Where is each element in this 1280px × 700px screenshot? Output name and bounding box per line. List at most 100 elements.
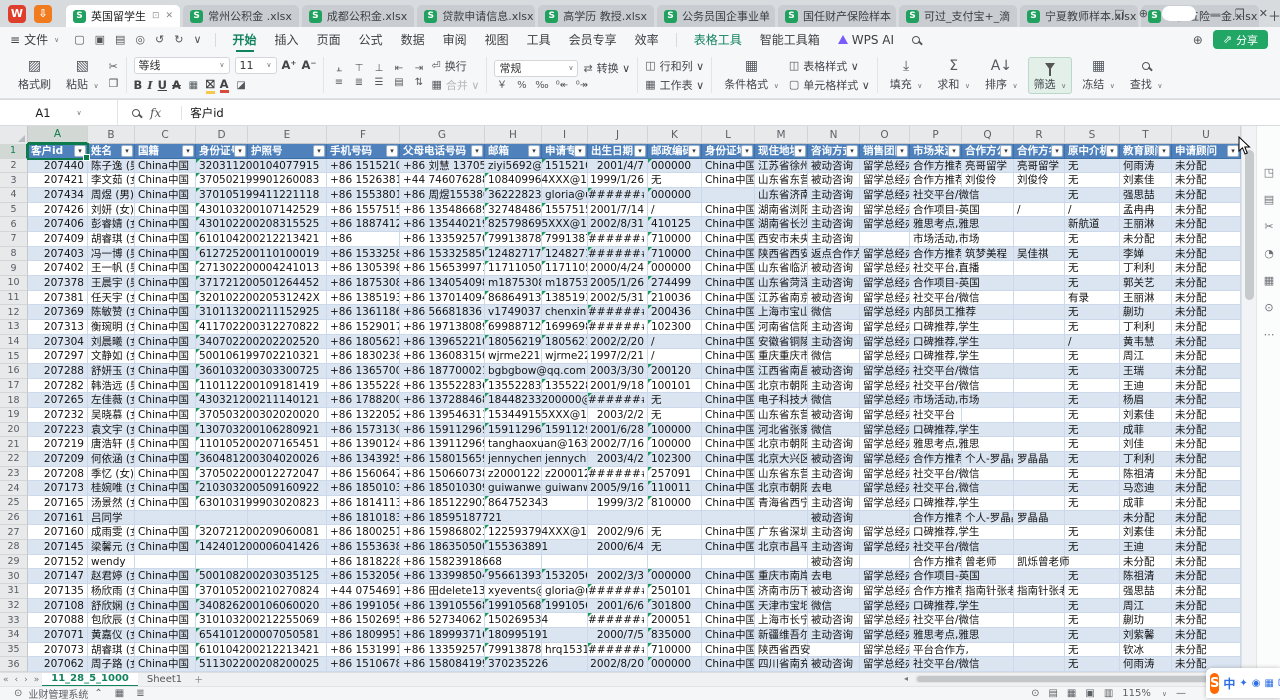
wps-logo[interactable]: W [8, 5, 26, 23]
number-icon-1[interactable]: % [514, 80, 529, 91]
menubar-search[interactable] [903, 27, 929, 52]
menu-item-3[interactable]: 公式 [350, 27, 392, 52]
undo-icon[interactable]: ↺ [155, 33, 164, 46]
filter-button[interactable]: 筛选 ∨ [1028, 57, 1073, 94]
rail-icon-1[interactable]: ▤ [1257, 193, 1280, 206]
row-header-27[interactable]: 27 [0, 525, 28, 540]
filter-button-B[interactable]: ▾ [121, 145, 133, 157]
number-icon-4[interactable]: ⁰↠ [574, 80, 589, 91]
rail-icon-4[interactable]: ▦ [1257, 274, 1280, 287]
filter-button-S[interactable]: ▾ [1106, 145, 1118, 157]
app-launcher-icon[interactable]: ⊙ [14, 688, 22, 699]
globe-icon[interactable]: ⊕ [1139, 7, 1148, 20]
share-button[interactable]: ⇗分享 [1213, 30, 1268, 49]
close-button[interactable]: ✕ [1259, 7, 1268, 20]
row-header-33[interactable]: 33 [0, 613, 28, 628]
filter-button-G[interactable]: ▾ [471, 145, 483, 157]
select-all-corner[interactable] [0, 126, 28, 144]
filter-button-D[interactable]: ▾ [234, 145, 246, 157]
rail-icon-3[interactable]: ◔ [1257, 247, 1280, 260]
row-header-18[interactable]: 18 [0, 393, 28, 408]
row-header-28[interactable]: 28 [0, 540, 28, 555]
rail-icon-5[interactable]: ⊙ [1257, 301, 1280, 314]
halign-icon-4[interactable]: ⇅ [411, 77, 426, 88]
doc-tab-0[interactable]: S英国留学生⊡✕ [66, 5, 180, 27]
row-header-26[interactable]: 26 [0, 511, 28, 526]
column-header-D[interactable]: D [196, 126, 248, 144]
doc-tab-1[interactable]: S常州公积金 .xlsx [183, 5, 299, 27]
borders-button[interactable]: ▦ [186, 80, 201, 91]
wps-ai-button[interactable]: WPS AI [829, 27, 903, 52]
ime-icon-2[interactable]: ▦ [1265, 678, 1274, 689]
doc-tab-4[interactable]: S高学历 教授.xlsx [538, 5, 654, 27]
doc-tab-5[interactable]: S公务员国企事业单 [657, 5, 775, 27]
font-color-button[interactable]: A [220, 77, 229, 93]
row-header-13[interactable]: 13 [0, 320, 28, 335]
add-sheet-button[interactable]: ＋ [194, 673, 203, 686]
halign-icon-3[interactable]: ▤ [391, 77, 406, 88]
number-icon-2[interactable]: ‰ [534, 80, 549, 91]
row-header-15[interactable]: 15 [0, 349, 28, 364]
wrap-text-button[interactable]: ⏎换行 [431, 58, 479, 74]
font-bigger-button[interactable]: A⁺ [282, 58, 297, 72]
status-left-icon-0[interactable]: ▦ [115, 688, 124, 699]
menu-item-2[interactable]: 页面 [308, 27, 350, 52]
file-menu[interactable]: ≡文件∨ [10, 31, 59, 48]
last-sheet-icon[interactable]: » [34, 675, 40, 685]
number-icon-0[interactable]: ￥ [494, 80, 509, 91]
save-icon[interactable]: ▣ [95, 33, 105, 46]
row-header-31[interactable]: 31 [0, 584, 28, 599]
new-doc-icon[interactable]: ▢ [74, 33, 84, 46]
cut-icon[interactable]: ✂ [109, 60, 119, 73]
filter-button-L[interactable]: ▾ [741, 145, 753, 157]
column-header-O[interactable]: O [860, 126, 910, 144]
row-header-35[interactable]: 35 [0, 643, 28, 658]
row-header-17[interactable]: 17 [0, 379, 28, 394]
menu-item-5[interactable]: 审阅 [434, 27, 476, 52]
rows-cols-button[interactable]: ◫行和列 ∨ [645, 58, 704, 74]
view-mode-icon-0[interactable]: ▦ [1067, 688, 1076, 699]
column-header-Q[interactable]: Q [962, 126, 1014, 144]
minimize-button[interactable]: — [1210, 7, 1221, 20]
ime-icon-1[interactable]: ◉ [1252, 678, 1261, 689]
filter-button-F[interactable]: ▾ [386, 145, 398, 157]
sum-button[interactable]: Σ求和 ∨ [932, 58, 975, 93]
column-header-K[interactable]: K [648, 126, 702, 144]
sogou-ime-logo[interactable]: S [1210, 673, 1219, 694]
row-header-29[interactable]: 29 [0, 555, 28, 570]
vertical-scrollbar-thumb[interactable] [1245, 150, 1254, 300]
view-mode-icon-2[interactable]: ▥ [1104, 688, 1113, 699]
menu-item-0[interactable]: 开始 [224, 27, 266, 52]
menu-item-9[interactable]: 效率 [626, 27, 668, 52]
column-header-S[interactable]: S [1065, 126, 1120, 144]
row-header-25[interactable]: 25 [0, 496, 28, 511]
row-header-24[interactable]: 24 [0, 481, 28, 496]
zoom-out-button[interactable]: — [1176, 688, 1186, 699]
row-header-10[interactable]: 10 [0, 276, 28, 291]
formula-input[interactable]: 客户id [190, 105, 224, 121]
view-mode-icon-1[interactable]: ▣ [1085, 688, 1094, 699]
filter-button-P[interactable]: ▾ [948, 145, 960, 157]
conditional-format-button[interactable]: ▦条件格式 ∨ [719, 58, 784, 93]
row-header-16[interactable]: 16 [0, 364, 28, 379]
row-header-2[interactable]: 2 [0, 159, 28, 174]
filter-button-M[interactable]: ▾ [794, 145, 806, 157]
format-painter-button[interactable]: ▨格式刷 [13, 58, 56, 93]
column-header-H[interactable]: H [485, 126, 542, 144]
font-smaller-button[interactable]: A⁻ [301, 58, 316, 72]
name-box[interactable]: A1 ∨ [0, 100, 118, 125]
highlight-color-button[interactable]: ⛝ [206, 77, 215, 94]
halign-icon-1[interactable]: ≣ [351, 77, 366, 88]
chevron-down-icon[interactable]: ∨ [77, 109, 82, 117]
row-header-3[interactable]: 3 [0, 173, 28, 188]
filter-button-Q[interactable]: ▾ [1000, 145, 1012, 157]
merge-cells-button[interactable]: ▦合并 ∨ [431, 77, 479, 93]
column-header-P[interactable]: P [910, 126, 962, 144]
valign-icon-2[interactable]: ⊥ [371, 63, 386, 74]
print-icon[interactable]: ▤ [115, 33, 125, 46]
row-header-34[interactable]: 34 [0, 628, 28, 643]
row-header-4[interactable]: 4 [0, 188, 28, 203]
rail-icon-6[interactable]: ⋯ [1257, 328, 1280, 341]
filter-button-I[interactable]: ▾ [574, 145, 586, 157]
valign-icon-1[interactable]: ⊤ [351, 63, 366, 74]
